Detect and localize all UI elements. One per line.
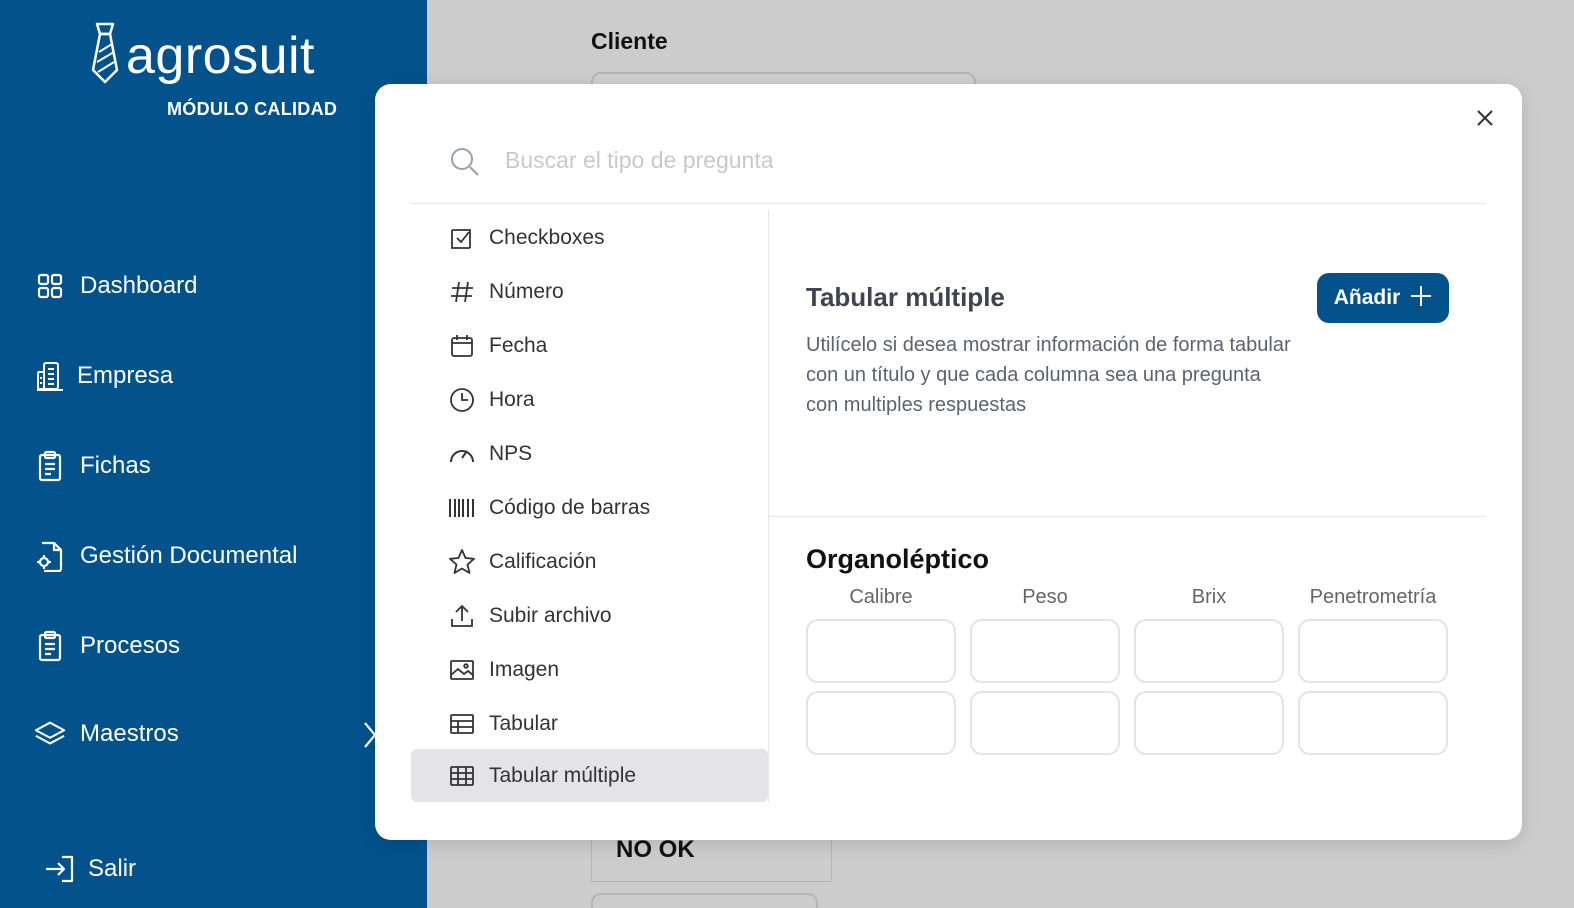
sidebar-item-label: Procesos <box>80 632 181 659</box>
close-button[interactable] <box>1473 108 1497 132</box>
sidebar-item-label: Empresa <box>77 362 174 389</box>
client-field-label: Cliente <box>591 28 668 54</box>
plus-icon <box>1410 285 1432 312</box>
layers-icon <box>34 718 66 750</box>
list-item-label: Subir archivo <box>489 603 612 627</box>
column-header: Penetrometría <box>1309 586 1437 608</box>
list-item-subir-archivo[interactable]: Subir archivo <box>411 589 768 642</box>
clipboard-icon <box>34 450 66 482</box>
logout-button[interactable]: Salir <box>44 853 136 885</box>
list-item-label: Hora <box>489 387 535 411</box>
checkbox-icon <box>447 223 477 253</box>
list-item-hora[interactable]: Hora <box>411 373 768 426</box>
list-item-label: Código de barras <box>489 495 651 519</box>
clock-icon <box>447 385 477 415</box>
list-item-fecha[interactable]: Fecha <box>411 319 768 372</box>
close-icon <box>1476 109 1494 132</box>
sidebar-item-label: Fichas <box>80 452 151 479</box>
add-button[interactable]: Añadir <box>1317 273 1449 323</box>
image-icon <box>447 655 477 685</box>
list-item-label: Tabular <box>489 711 558 735</box>
sidebar-item-dashboard[interactable]: Dashboard <box>34 270 197 302</box>
sidebar-item-empresa[interactable]: Empresa <box>34 360 173 392</box>
list-item-tabular-multiple[interactable]: Tabular múltiple <box>411 749 768 802</box>
sidebar-item-label: Maestros <box>80 720 179 747</box>
star-icon <box>447 547 477 577</box>
background-cell-value: NO OK <box>616 836 695 863</box>
document-gear-icon <box>34 540 66 572</box>
list-item-label: Número <box>489 279 564 303</box>
logo-text: agrosuit <box>126 26 315 85</box>
sidebar-item-maestros[interactable]: Maestros <box>34 718 179 750</box>
add-button-label: Añadir <box>1333 286 1401 309</box>
list-item-checkboxes[interactable]: Checkboxes <box>411 211 768 264</box>
gauge-icon <box>447 439 477 469</box>
barcode-icon <box>447 493 477 523</box>
clipboard-icon <box>34 630 66 662</box>
list-item-calificacion[interactable]: Calificación <box>411 535 768 588</box>
preview-cell <box>970 619 1120 683</box>
list-item-imagen[interactable]: Imagen <box>411 643 768 696</box>
preview-cell <box>970 691 1120 755</box>
list-item-label: Tabular múltiple <box>489 763 637 787</box>
search-icon <box>449 146 481 183</box>
list-item-codigo-de-barras[interactable]: Código de barras <box>411 481 768 534</box>
preview-cell <box>1298 619 1448 683</box>
preview-title: Organoléptico <box>806 544 990 574</box>
list-item-tabular[interactable]: Tabular <box>411 697 768 750</box>
preview-cell <box>1134 691 1284 755</box>
list-item-label: Imagen <box>489 657 560 681</box>
building-icon <box>34 360 66 392</box>
list-item-label: Checkboxes <box>489 225 605 249</box>
question-type-modal: Checkboxes Número Fecha Hora NPS <box>375 84 1522 840</box>
sidebar-item-procesos[interactable]: Procesos <box>34 630 180 662</box>
column-header: Peso <box>1022 586 1068 608</box>
divider <box>769 516 1486 517</box>
module-label: MÓDULO CALIDAD <box>167 99 338 119</box>
sidebar-item-gestion-documental[interactable]: Gestión Documental <box>34 540 297 572</box>
question-type-list: Checkboxes Número Fecha Hora NPS Código … <box>411 210 769 802</box>
sidebar-item-label: Gestión Documental <box>80 542 298 569</box>
background-input[interactable] <box>591 893 818 908</box>
preview-cell <box>806 691 956 755</box>
logo: agrosuit <box>90 22 315 89</box>
table-icon <box>447 709 477 739</box>
upload-icon <box>447 601 477 631</box>
column-header: Brix <box>1191 586 1227 608</box>
detail-description: Utilícelo si desea mostrar información d… <box>806 334 1291 416</box>
preview-cell <box>806 619 956 683</box>
list-item-numero[interactable]: Número <box>411 265 768 318</box>
hash-icon <box>447 277 477 307</box>
detail-title: Tabular múltiple <box>806 282 1005 312</box>
list-item-label: Fecha <box>489 333 548 357</box>
logout-label: Salir <box>88 855 137 882</box>
preview-cell <box>1134 619 1284 683</box>
search-input[interactable] <box>505 142 1405 178</box>
list-item-label: Calificación <box>489 549 597 573</box>
search-bar <box>411 132 1486 204</box>
calendar-icon <box>447 331 477 361</box>
logout-icon <box>44 853 76 885</box>
sidebar: agrosuit MÓDULO CALIDAD Dashboard Empres… <box>0 0 427 908</box>
grid-icon <box>34 270 66 302</box>
preview-cell <box>1298 691 1448 755</box>
list-item-nps[interactable]: NPS <box>411 427 768 480</box>
list-item-label: NPS <box>489 441 533 465</box>
tie-logo-icon <box>90 22 120 89</box>
column-header: Calibre <box>849 586 913 608</box>
sidebar-item-label: Dashboard <box>80 272 198 299</box>
table-grid-icon <box>447 761 477 791</box>
sidebar-item-fichas[interactable]: Fichas <box>34 450 151 482</box>
